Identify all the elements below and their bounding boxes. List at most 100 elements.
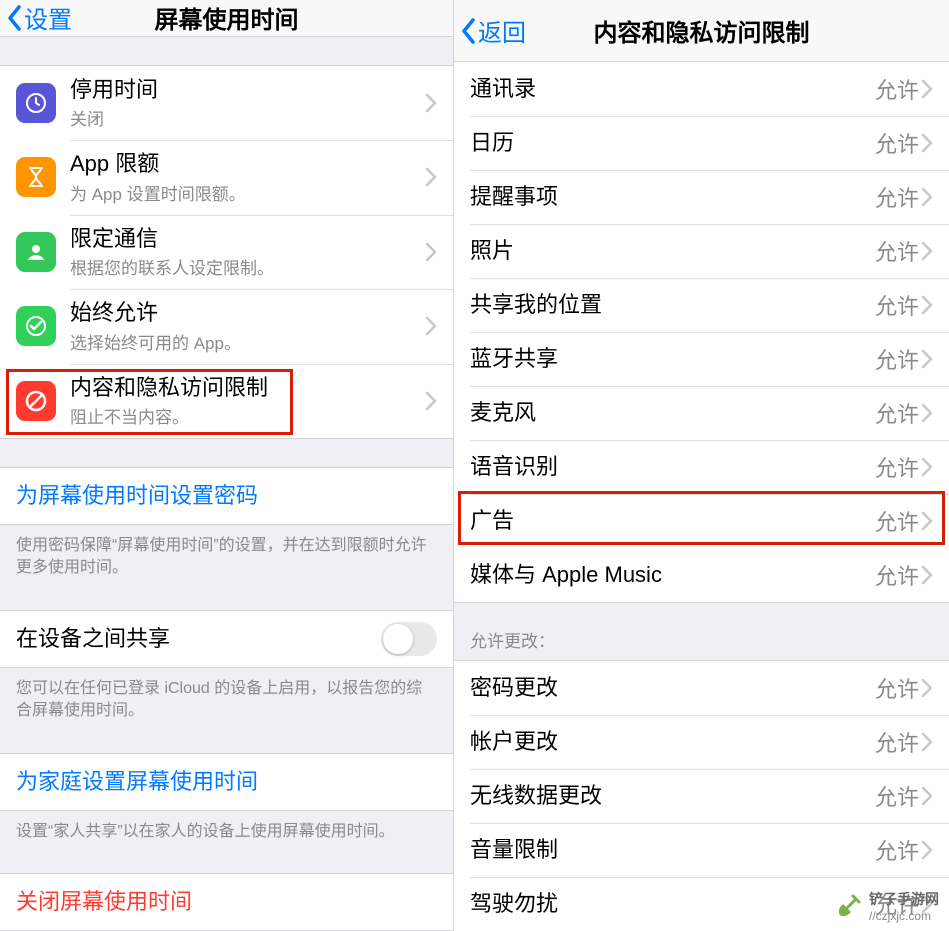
right-pane: 返回 内容和隐私访问限制 通讯录允许日历允许提醒事项允许照片允许共享我的位置允许… (454, 0, 949, 931)
row-title: 提醒事项 (470, 183, 875, 211)
row-value: 允许 (875, 672, 919, 704)
row-title: 照片 (470, 237, 875, 265)
privacy-row[interactable]: 通讯录允许 (454, 62, 949, 116)
row-value: 允许 (875, 559, 919, 591)
privacy-row[interactable]: 麦克风允许 (454, 386, 949, 440)
row-title: 蓝牙共享 (470, 345, 875, 373)
row-title: 日历 (470, 129, 875, 157)
privacy-row[interactable]: 无线数据更改允许 (454, 769, 949, 823)
chevron-right-icon (425, 316, 437, 336)
hourglass-icon (16, 157, 56, 197)
row-value: 允许 (875, 235, 919, 267)
chevron-right-icon (921, 511, 933, 531)
row-communication-limits[interactable]: 限定通信 根据您的联系人设定限制。 (0, 215, 453, 290)
row-value: 允许 (875, 127, 919, 159)
privacy-row[interactable]: 媒体与 Apple Music允许 (454, 548, 949, 602)
page-title-right: 内容和隐私访问限制 (454, 13, 949, 48)
group-turnoff: 关闭屏幕使用时间 (0, 873, 453, 931)
back-button-left[interactable]: 设置 (0, 0, 72, 35)
row-title: 限定通信 (70, 225, 425, 253)
row-family[interactable]: 为家庭设置屏幕使用时间 (0, 754, 453, 810)
row-value: 允许 (875, 834, 919, 866)
back-label: 设置 (24, 0, 72, 35)
row-title: 广告 (470, 507, 875, 535)
group-main: 停用时间 关闭 App 限额 为 App 设置时间限额。 (0, 65, 453, 440)
chevron-right-icon (425, 93, 437, 113)
back-button-right[interactable]: 返回 (454, 13, 526, 48)
passcode-footer: 使用密码保障“屏幕使用时间”的设置，并在达到限额时允许更多使用时间。 (0, 525, 453, 594)
row-value: 允许 (875, 181, 919, 213)
privacy-row[interactable]: 音量限制允许 (454, 823, 949, 877)
row-title: 内容和隐私访问限制 (70, 374, 425, 402)
row-title: 驾驶勿扰 (470, 890, 875, 918)
row-value: 允许 (875, 726, 919, 758)
always-allow-icon (16, 306, 56, 346)
row-passcode[interactable]: 为屏幕使用时间设置密码 (0, 468, 453, 524)
row-title: 语音识别 (470, 453, 875, 481)
row-always-allowed[interactable]: 始终允许 选择始终可用的 App。 (0, 289, 453, 364)
watermark-url: //czjxjc.com (869, 909, 939, 923)
family-label: 为家庭设置屏幕使用时间 (16, 768, 437, 796)
privacy-row[interactable]: 广告允许 (454, 494, 949, 548)
row-value: 允许 (875, 505, 919, 537)
row-value: 允许 (875, 780, 919, 812)
chevron-right-icon (921, 565, 933, 585)
chevron-right-icon (921, 241, 933, 261)
section-header-changes: 允许更改： (454, 603, 949, 660)
row-title: App 限额 (70, 150, 425, 178)
privacy-row[interactable]: 共享我的位置允许 (454, 278, 949, 332)
chevron-right-icon (921, 403, 933, 423)
group-share: 在设备之间共享 (0, 610, 453, 668)
contact-limit-icon (16, 232, 56, 272)
row-title: 停用时间 (70, 76, 425, 104)
chevron-right-icon (921, 840, 933, 860)
group-passcode: 为屏幕使用时间设置密码 (0, 467, 453, 525)
privacy-row[interactable]: 照片允许 (454, 224, 949, 278)
chevron-right-icon (921, 295, 933, 315)
privacy-row[interactable]: 语音识别允许 (454, 440, 949, 494)
row-turnoff[interactable]: 关闭屏幕使用时间 (0, 874, 453, 930)
row-title: 共享我的位置 (470, 291, 875, 319)
watermark: 铲子手游网 //czjxjc.com (835, 889, 939, 923)
row-sub: 关闭 (70, 105, 425, 130)
left-pane: 设置 屏幕使用时间 停用时间 关闭 App 限额 (0, 0, 454, 931)
chevron-right-icon (921, 786, 933, 806)
row-sub: 阻止不当内容。 (70, 403, 425, 428)
downtime-icon (16, 83, 56, 123)
chevron-right-icon (921, 79, 933, 99)
watermark-brand: 铲子手游网 (869, 889, 939, 909)
row-title: 无线数据更改 (470, 782, 875, 810)
privacy-row[interactable]: 日历允许 (454, 116, 949, 170)
privacy-row[interactable]: 密码更改允许 (454, 661, 949, 715)
chevron-right-icon (921, 349, 933, 369)
row-share[interactable]: 在设备之间共享 (0, 611, 453, 667)
passcode-label: 为屏幕使用时间设置密码 (16, 482, 437, 510)
row-title: 密码更改 (470, 674, 875, 702)
group-privacy-items: 通讯录允许日历允许提醒事项允许照片允许共享我的位置允许蓝牙共享允许麦克风允许语音… (454, 62, 949, 603)
row-title: 通讯录 (470, 75, 875, 103)
navbar-right: 返回 内容和隐私访问限制 (454, 0, 949, 62)
navbar-left: 设置 屏幕使用时间 (0, 0, 453, 37)
chevron-right-icon (921, 133, 933, 153)
chevron-right-icon (921, 187, 933, 207)
row-app-limits[interactable]: App 限额 为 App 设置时间限额。 (0, 140, 453, 215)
row-value: 允许 (875, 397, 919, 429)
row-title: 媒体与 Apple Music (470, 561, 875, 589)
chevron-right-icon (921, 678, 933, 698)
privacy-row[interactable]: 帐户更改允许 (454, 715, 949, 769)
share-toggle[interactable] (381, 622, 437, 656)
chevron-right-icon (425, 167, 437, 187)
row-sub: 根据您的联系人设定限制。 (70, 254, 425, 279)
row-value: 允许 (875, 73, 919, 105)
row-sub: 为 App 设置时间限额。 (70, 180, 425, 205)
row-title: 帐户更改 (470, 728, 875, 756)
privacy-row[interactable]: 蓝牙共享允许 (454, 332, 949, 386)
row-value: 允许 (875, 343, 919, 375)
share-footer: 您可以在任何已登录 iCloud 的设备上启用，以报告您的综合屏幕使用时间。 (0, 668, 453, 737)
row-downtime[interactable]: 停用时间 关闭 (0, 66, 453, 141)
chevron-right-icon (921, 457, 933, 477)
share-label: 在设备之间共享 (16, 625, 381, 653)
privacy-row[interactable]: 提醒事项允许 (454, 170, 949, 224)
row-title: 麦克风 (470, 399, 875, 427)
row-content-privacy[interactable]: 内容和隐私访问限制 阻止不当内容。 (0, 364, 453, 439)
